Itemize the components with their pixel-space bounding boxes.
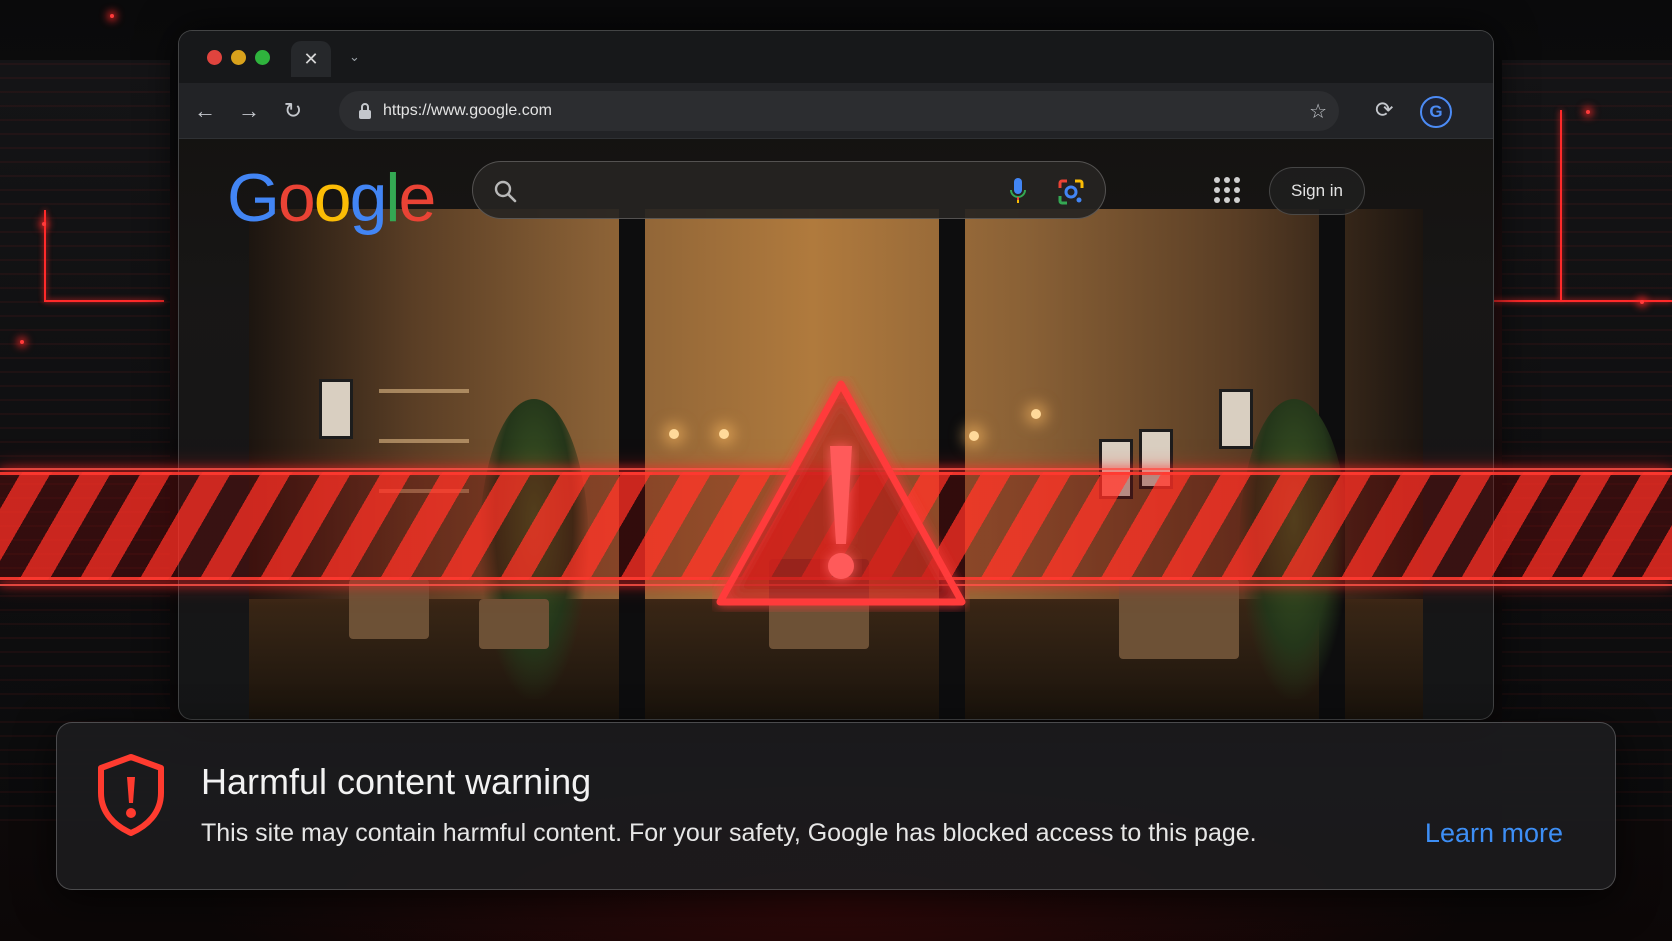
back-arrow-icon[interactable]: ← — [191, 97, 219, 125]
logo-letter: o — [277, 160, 316, 236]
logo-letter: e — [398, 160, 437, 236]
logo-letter: l — [385, 160, 400, 236]
lock-icon — [359, 103, 371, 119]
furniture — [1119, 579, 1239, 659]
circuit-line — [1560, 110, 1562, 300]
storefront-pillar — [619, 209, 645, 719]
pendant-light — [969, 431, 979, 441]
learn-more-link[interactable]: Learn more — [1425, 818, 1563, 849]
logo-letter: g — [349, 160, 388, 236]
search-icon[interactable] — [493, 179, 517, 203]
pendant-light — [669, 429, 679, 439]
browser-toolbar: ← → ↻ https://www.google.com ☆ ⟳ G — [179, 83, 1493, 139]
reload-icon[interactable]: ↻ — [279, 97, 307, 125]
sign-in-button[interactable]: Sign in — [1269, 167, 1365, 215]
red-spark — [110, 14, 114, 18]
sync-icon[interactable]: ⟳ — [1375, 97, 1393, 123]
warning-title: Harmful content warning — [201, 761, 592, 802]
window-close-button[interactable] — [207, 50, 222, 65]
forward-arrow-icon[interactable]: → — [235, 97, 263, 125]
url-text[interactable]: https://www.google.com — [383, 102, 552, 120]
google-logo[interactable]: Google — [227, 159, 437, 237]
profile-avatar[interactable]: G — [1420, 96, 1452, 128]
wall-frame — [1219, 389, 1253, 449]
window-minimize-button[interactable] — [231, 50, 246, 65]
background-building-right — [1502, 60, 1672, 821]
bookmark-star-icon[interactable]: ☆ — [1309, 99, 1327, 124]
chevron-down-icon[interactable]: ⌄ — [349, 49, 360, 65]
furniture — [349, 579, 429, 639]
address-bar[interactable]: https://www.google.com ☆ — [339, 91, 1339, 131]
red-spark — [20, 340, 24, 344]
browser-window: ✕ ⌄ ← → ↻ https://www.google.com ☆ ⟳ G G… — [178, 30, 1494, 720]
background-building-left — [0, 60, 170, 821]
apps-grid-icon[interactable] — [1214, 177, 1240, 203]
shelf — [379, 389, 469, 393]
circuit-line — [44, 300, 164, 302]
logo-letter: o — [313, 160, 352, 236]
microphone-icon[interactable] — [1008, 176, 1028, 206]
warning-triangle-icon — [716, 380, 966, 606]
red-spark — [42, 222, 46, 226]
shield-warning-icon — [98, 754, 164, 836]
shelf — [379, 439, 469, 443]
pendant-light — [1031, 409, 1041, 419]
logo-letter: G — [227, 160, 280, 236]
browser-tab[interactable]: ✕ — [291, 41, 331, 77]
search-input[interactable] — [472, 161, 1106, 219]
furniture — [479, 599, 549, 649]
harmful-content-banner: Harmful content warning This site may co… — [56, 722, 1616, 890]
close-icon[interactable]: ✕ — [303, 50, 318, 68]
window-maximize-button[interactable] — [255, 50, 270, 65]
wall-frame — [319, 379, 353, 439]
profile-initial: G — [1429, 102, 1443, 121]
red-spark — [1640, 300, 1644, 304]
warning-message: This site may contain harmful content. F… — [201, 819, 1257, 847]
google-lens-icon[interactable] — [1056, 177, 1086, 207]
tab-bar: ✕ ⌄ — [179, 31, 1493, 83]
red-spark — [1586, 110, 1590, 114]
